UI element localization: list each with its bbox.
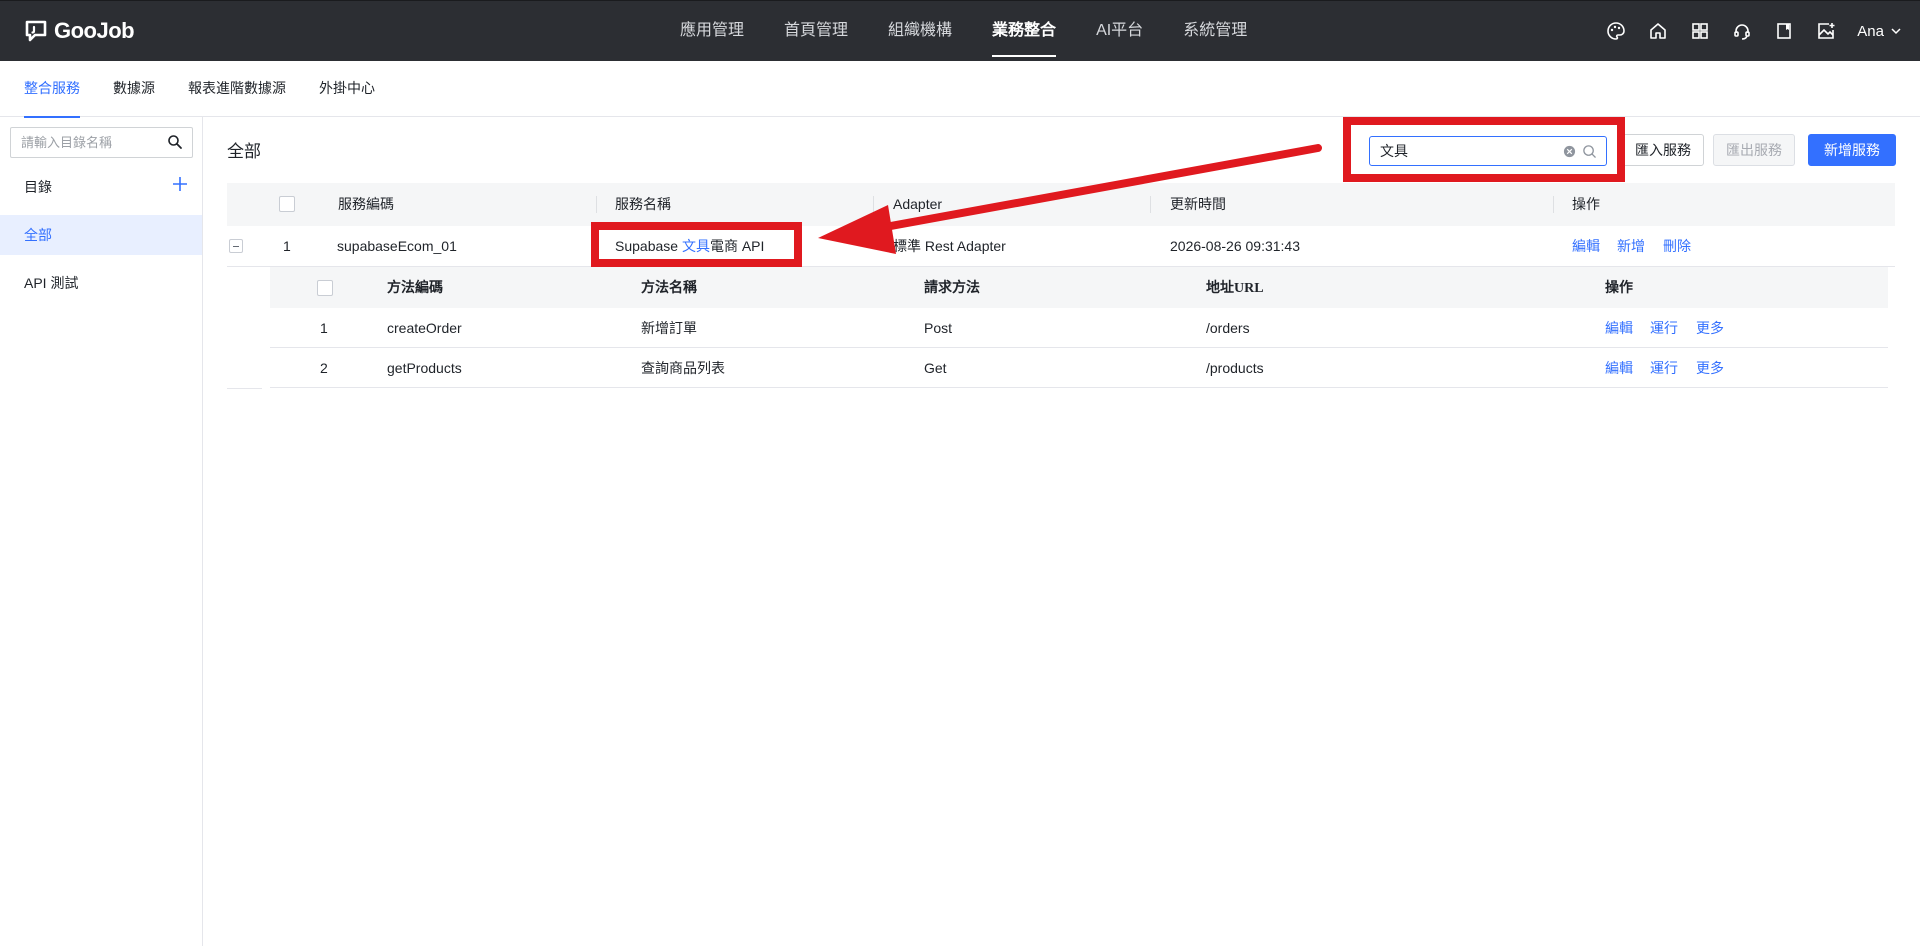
add-directory-icon[interactable] [171,175,189,193]
sidebar-search-input[interactable] [11,128,161,157]
method-index: 1 [320,320,328,336]
top-navigation-bar: GooJob 應用管理 首頁管理 組織機構 業務整合 AI平台 系統管理 Ana [0,0,1920,61]
add-service-button[interactable]: 新增服務 [1808,134,1896,166]
edit-method-link[interactable]: 編輯 [1605,308,1633,348]
nav-item-home-management[interactable]: 首頁管理 [764,1,868,61]
main-nav: 應用管理 首頁管理 組織機構 業務整合 AI平台 系統管理 [660,1,1267,61]
run-method-link[interactable]: 運行 [1650,308,1678,348]
service-adapter: 標準 Rest Adapter [893,238,1006,254]
headset-icon[interactable] [1731,20,1753,42]
methods-table-header: 方法編碼 方法名稱 請求方法 地址URL 操作 [270,267,1888,308]
import-service-button[interactable]: 匯入服務 [1622,134,1704,166]
method-code: getProducts [387,360,462,376]
column-divider [1150,196,1151,213]
tab-integration-services[interactable]: 整合服務 [24,61,80,118]
list-item: 2 getProducts 查詢商品列表 Get /products 編輯 運行… [270,348,1888,388]
sub-tabs: 整合服務 數據源 報表進階數據源 外掛中心 [0,61,1920,118]
header-url: 地址URL [1206,281,1264,296]
nav-item-organization[interactable]: 組織機構 [868,1,972,61]
delete-service-link[interactable]: 刪除 [1663,226,1691,266]
header-method-actions: 操作 [1605,281,1633,296]
more-actions-link[interactable]: 更多 [1696,308,1724,348]
sidebar-item-api-test[interactable]: API 測試 [0,263,202,303]
column-divider [596,196,597,213]
sidebar-item-all[interactable]: 全部 [0,215,202,255]
user-name: Ana [1857,22,1884,40]
result-highlight-box [591,222,802,267]
nav-item-app-management[interactable]: 應用管理 [660,1,764,61]
edit-method-link[interactable]: 編輯 [1605,348,1633,388]
services-table-header: 服務編碼 服務名稱 Adapter 更新時間 操作 [227,183,1895,226]
collapse-row-button[interactable] [229,239,243,253]
logo[interactable]: GooJob [24,18,135,44]
search-icon[interactable] [167,134,183,150]
apps-grid-icon[interactable] [1689,20,1711,42]
palette-icon[interactable] [1605,20,1627,42]
header-service-name: 服務名稱 [615,196,671,212]
method-name: 新增訂單 [641,320,697,336]
table-bottom-divider [227,388,262,389]
tab-plugin-center[interactable]: 外掛中心 [319,61,375,117]
header-request-method: 請求方法 [924,281,980,296]
column-divider [1553,196,1554,213]
service-updated-time: 2026-08-26 09:31:43 [1170,238,1300,254]
image-upload-icon[interactable] [1815,20,1837,42]
sidebar: 目錄 全部 API 測試 [0,117,203,946]
home-icon[interactable] [1647,20,1669,42]
page-title: 全部 [227,142,261,161]
tab-data-sources[interactable]: 數據源 [113,61,155,117]
nav-item-ai-platform[interactable]: AI平台 [1076,1,1163,61]
table-row: 1 supabaseEcom_01 Supabase 文具電商 API 標準 R… [227,226,1895,267]
method-index: 2 [320,360,328,376]
select-all-checkbox[interactable] [279,196,295,212]
run-method-link[interactable]: 運行 [1650,348,1678,388]
add-method-link[interactable]: 新增 [1617,226,1645,266]
sidebar-search [10,127,193,158]
service-code: supabaseEcom_01 [337,238,457,254]
logo-icon [25,20,47,42]
logo-text: GooJob [54,18,135,43]
nav-item-system-management[interactable]: 系統管理 [1163,1,1267,61]
method-request-type: Post [924,320,953,336]
chevron-down-icon [1891,28,1901,35]
row-index: 1 [283,238,291,254]
header-service-code: 服務編碼 [338,196,394,212]
header-actions: 操作 [1572,196,1600,212]
more-actions-link[interactable]: 更多 [1696,348,1724,388]
method-code: createOrder [387,320,462,336]
method-url: /orders [1206,320,1250,336]
user-menu[interactable]: Ana [1857,23,1902,40]
header-updated-time: 更新時間 [1170,196,1226,212]
top-toolbar: Ana [1605,1,1902,61]
edit-service-link[interactable]: 編輯 [1572,226,1600,266]
header-adapter: Adapter [893,196,943,212]
header-method-code: 方法編碼 [387,281,443,296]
method-request-type: Get [924,360,947,376]
book-icon[interactable] [1773,20,1795,42]
header-method-name: 方法名稱 [641,281,697,296]
column-divider [873,196,874,213]
method-name: 查詢商品列表 [641,360,725,376]
list-item: 1 createOrder 新增訂單 Post /orders 編輯 運行 更多 [270,308,1888,348]
tab-report-advanced-data-sources[interactable]: 報表進階數據源 [188,61,286,117]
select-all-methods-checkbox[interactable] [317,280,333,296]
directory-heading: 目錄 [24,179,52,195]
search-highlight-box [1343,117,1625,182]
nav-item-business-integration[interactable]: 業務整合 [972,1,1076,61]
export-service-button[interactable]: 匯出服務 [1713,134,1795,166]
method-url: /products [1206,360,1264,376]
